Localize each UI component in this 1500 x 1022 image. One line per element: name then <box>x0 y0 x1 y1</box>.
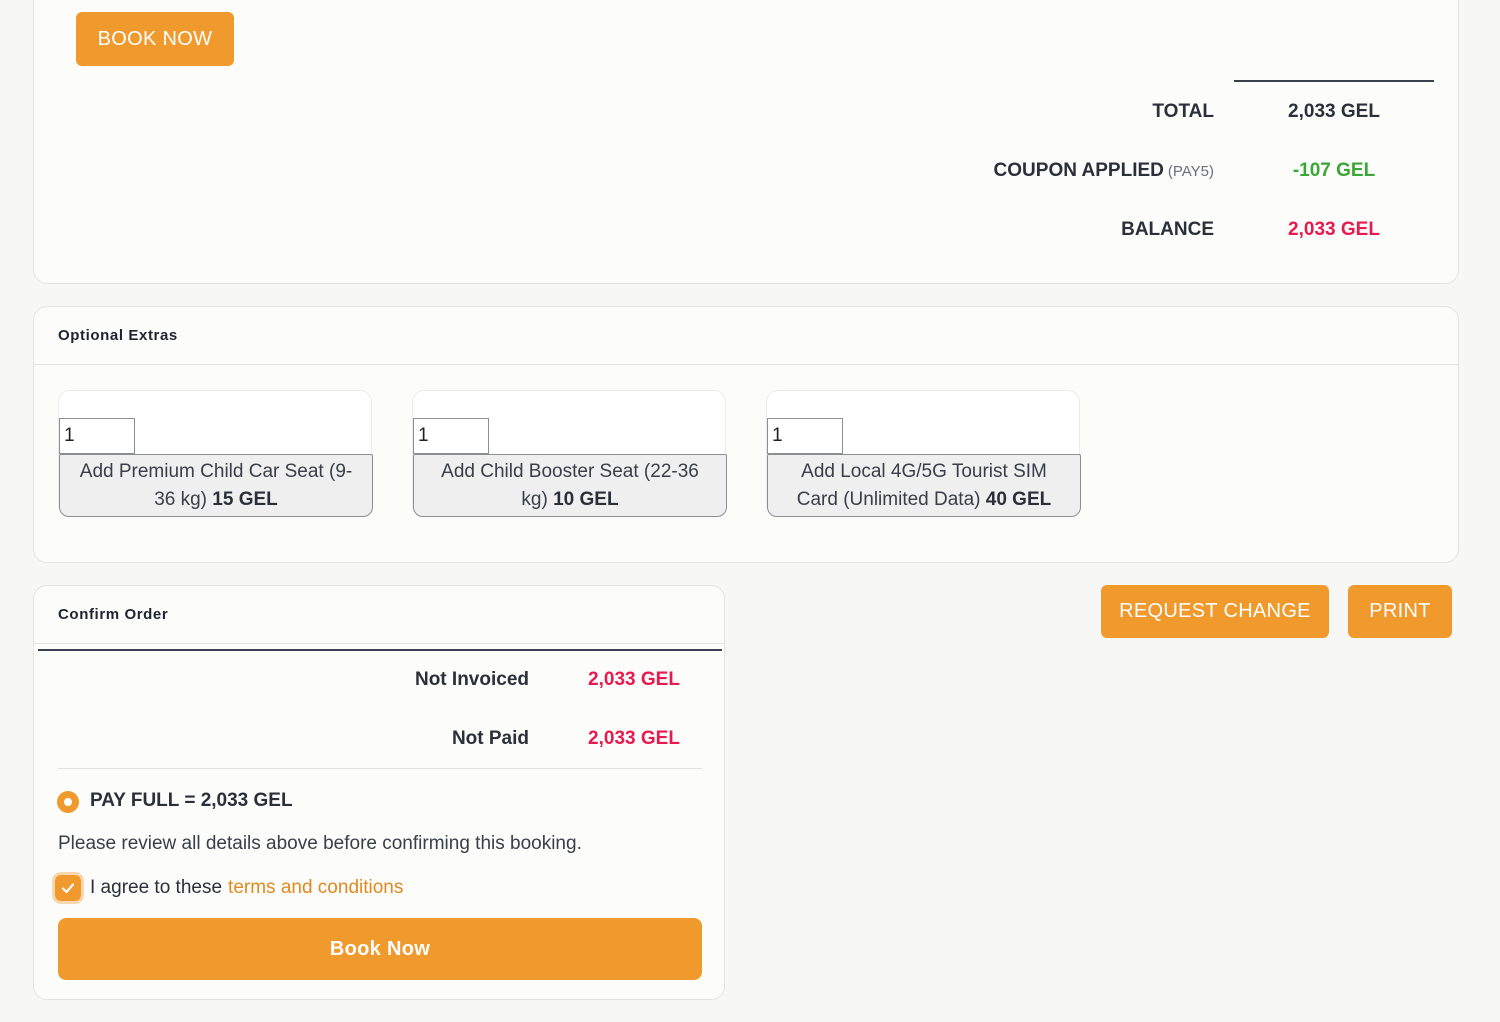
checkmark-icon <box>61 883 75 894</box>
confirm-divider <box>38 649 722 651</box>
not-invoiced-value: 2,033 GEL <box>588 669 680 690</box>
print-button[interactable]: PRINT <box>1348 585 1452 638</box>
agree-row: I agree to these terms and conditions <box>90 877 403 899</box>
confirm-order-card: Confirm Order Not Invoiced 2,033 GEL Not… <box>33 585 725 1000</box>
price-summary-card <box>33 0 1459 284</box>
extra-quantity-input[interactable] <box>59 418 135 454</box>
total-value: 2,033 GEL <box>1288 101 1380 122</box>
add-extra-button[interactable]: Add Premium Child Car Seat (9-36 kg) 15 … <box>59 454 373 517</box>
add-extra-button[interactable]: Add Child Booster Seat (22-36 kg) 10 GEL <box>413 454 727 517</box>
review-notice: Please review all details above before c… <box>58 833 582 854</box>
terms-link[interactable]: terms and conditions <box>228 877 403 898</box>
request-change-button[interactable]: REQUEST CHANGE <box>1101 585 1329 638</box>
extra-price: 40 GEL <box>985 489 1052 510</box>
not-invoiced-label: Not Invoiced <box>414 669 529 690</box>
total-label: TOTAL <box>1152 101 1214 122</box>
extra-price: 10 GEL <box>553 489 619 510</box>
optional-extras-card: Optional Extras Add Premium Child Car Se… <box>33 306 1459 563</box>
extra-price: 15 GEL <box>212 489 278 510</box>
divider <box>58 768 702 769</box>
extra-item-child-car-seat: Add Premium Child Car Seat (9-36 kg) 15 … <box>58 390 373 517</box>
confirm-title: Confirm Order <box>34 586 724 644</box>
book-now-button[interactable]: BOOK NOW <box>76 12 234 66</box>
not-paid-label: Not Paid <box>451 728 529 749</box>
coupon-label-row: COUPON APPLIED (PAY5) <box>994 160 1214 182</box>
extra-quantity-input[interactable] <box>413 418 489 454</box>
balance-value: 2,033 GEL <box>1288 219 1380 240</box>
extra-item-booster-seat: Add Child Booster Seat (22-36 kg) 10 GEL <box>412 390 727 517</box>
add-extra-button[interactable]: Add Local 4G/5G Tourist SIM Card (Unlimi… <box>767 454 1081 517</box>
agree-text: I agree to these <box>90 877 223 898</box>
balance-label: BALANCE <box>1121 219 1214 240</box>
summary-divider <box>1234 80 1434 82</box>
confirm-book-now-button[interactable]: Book Now <box>58 918 702 980</box>
pay-full-radio[interactable] <box>57 791 79 813</box>
not-paid-value: 2,033 GEL <box>588 728 680 749</box>
extra-item-sim-card: Add Local 4G/5G Tourist SIM Card (Unlimi… <box>766 390 1081 517</box>
coupon-label: COUPON APPLIED <box>993 160 1164 181</box>
agree-checkbox[interactable] <box>55 875 81 901</box>
extra-quantity-input[interactable] <box>767 418 843 454</box>
radio-dot-icon <box>64 798 72 806</box>
coupon-code: (PAY5) <box>1167 163 1214 180</box>
pay-full-label: PAY FULL = 2,033 GEL <box>90 790 293 811</box>
extras-title: Optional Extras <box>34 307 1458 365</box>
coupon-value: -107 GEL <box>1292 160 1376 181</box>
